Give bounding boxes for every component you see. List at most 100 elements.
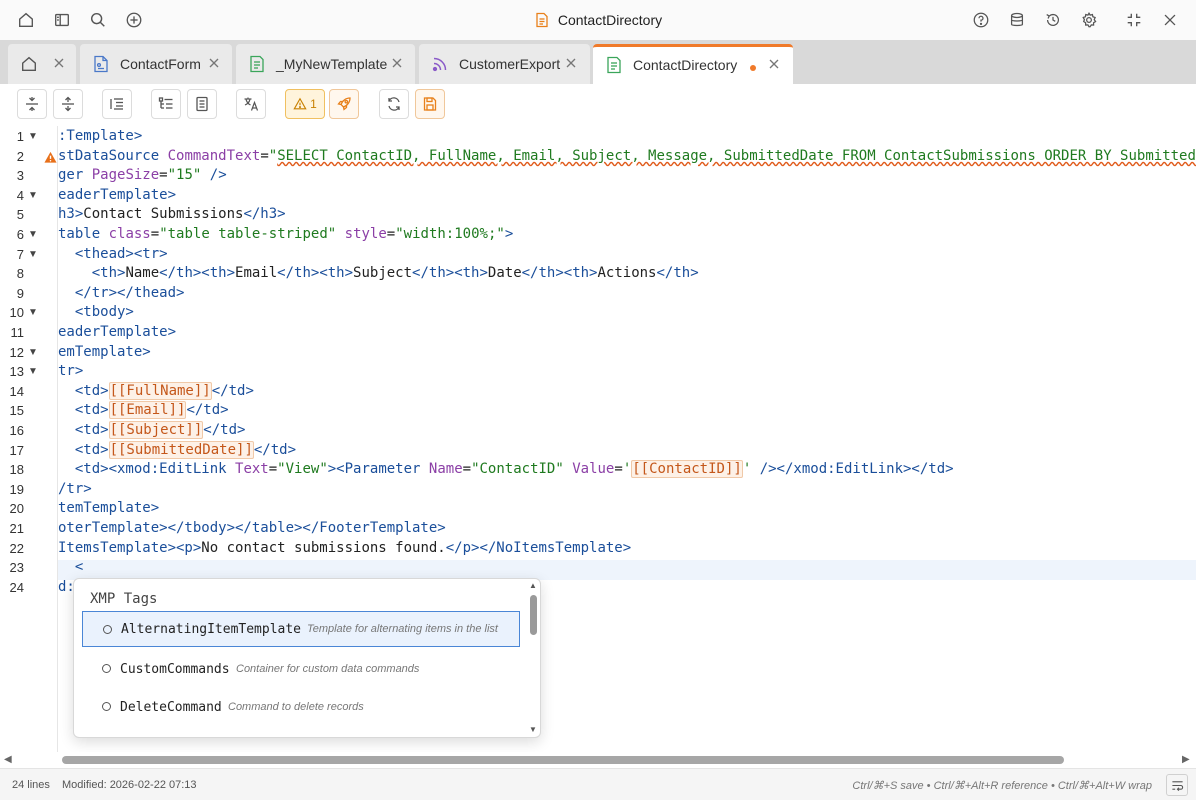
translate-button[interactable] <box>236 89 266 119</box>
reference-button[interactable] <box>187 89 217 119</box>
tab-home[interactable] <box>8 44 76 84</box>
autocomplete-scrollbar[interactable] <box>530 595 537 635</box>
code-line: table class="table table-striped" style=… <box>58 226 514 242</box>
warning-icon[interactable] <box>44 151 57 164</box>
scroll-down-icon[interactable]: ▼ <box>529 725 537 734</box>
fold-toggle-icon[interactable]: ▼ <box>28 190 38 201</box>
code-line: oterTemplate></tbody></table></FooterTem… <box>58 520 446 536</box>
close-icon[interactable] <box>390 56 404 70</box>
code-line: </tr></thead> <box>74 285 185 301</box>
line-number: 6 <box>16 227 24 242</box>
modified-timestamp: Modified: 2026-02-22 07:13 <box>62 779 197 791</box>
outline-button[interactable] <box>151 89 181 119</box>
code-line: tr> <box>58 363 84 379</box>
close-window-icon[interactable] <box>1158 8 1182 32</box>
deploy-button[interactable] <box>329 89 359 119</box>
code-line: <td>[[SubmittedDate]]</td> <box>74 441 297 459</box>
status-bar: 24 lines Modified: 2026-02-22 07:13 Ctrl… <box>0 768 1196 800</box>
scroll-up-icon[interactable]: ▲ <box>529 581 537 590</box>
fold-toggle-icon[interactable]: ▼ <box>28 347 38 358</box>
autocomplete-item[interactable]: AlternatingItemTemplate Template for alt… <box>82 611 520 647</box>
warning-count: 1 <box>310 97 317 111</box>
unsaved-indicator <box>750 65 756 71</box>
code-line: ItemsTemplate><p>No contact submissions … <box>58 540 632 556</box>
line-number: 2 <box>16 149 24 164</box>
tab-customer-export[interactable]: CustomerExport <box>419 44 590 84</box>
code-line: emTemplate> <box>58 344 151 360</box>
line-number: 23 <box>9 560 24 575</box>
template-icon <box>607 56 621 74</box>
fold-toggle-icon[interactable]: ▼ <box>28 307 38 318</box>
line-number: 13 <box>9 364 24 379</box>
close-icon[interactable] <box>207 56 221 70</box>
close-icon[interactable] <box>52 56 66 70</box>
line-number: 14 <box>9 384 24 399</box>
code-line: <tbody> <box>74 304 134 320</box>
tab-label: ContactDirectory <box>633 57 738 73</box>
database-icon[interactable] <box>1005 8 1029 32</box>
history-icon[interactable] <box>1041 8 1065 32</box>
fold-toggle-icon[interactable]: ▼ <box>28 249 38 260</box>
autocomplete-item-name: AlternatingItemTemplate <box>121 621 302 637</box>
wrap-icon <box>1171 780 1183 791</box>
line-number: 12 <box>9 345 24 360</box>
rocket-icon <box>337 97 351 111</box>
fold-toggle-icon[interactable]: ▼ <box>28 229 38 240</box>
line-number: 3 <box>16 168 24 183</box>
autocomplete-item[interactable]: CustomCommands Container for custom data… <box>82 651 520 687</box>
save-icon <box>423 97 437 111</box>
scroll-right-icon[interactable]: ▶ <box>1182 754 1190 765</box>
line-gutter: 1 2 3 4 5 6 7 8 9 10 11 12 13 14 15 16 1… <box>0 126 58 752</box>
tab-label: _MyNewTemplate <box>276 56 388 72</box>
window-title-text: ContactDirectory <box>557 12 663 28</box>
line-number: 22 <box>9 541 24 556</box>
editor-toolbar: 1 <box>0 84 1196 126</box>
gear-icon[interactable] <box>1077 8 1101 32</box>
save-button[interactable] <box>415 89 445 119</box>
word-wrap-button[interactable] <box>1166 774 1188 796</box>
tab-my-new-template[interactable]: _MyNewTemplate <box>236 44 415 84</box>
close-icon[interactable] <box>564 56 578 70</box>
help-icon[interactable] <box>969 8 993 32</box>
line-number: 7 <box>16 247 24 262</box>
autocomplete-popup[interactable]: XMP Tags ▲ ▼ AlternatingItemTemplate Tem… <box>73 578 541 738</box>
line-number: 4 <box>16 188 24 203</box>
tab-contact-directory[interactable]: ContactDirectory <box>593 44 793 84</box>
fold-toggle-icon[interactable]: ▼ <box>28 131 38 142</box>
tab-contact-form[interactable]: ContactForm <box>80 44 232 84</box>
shortcut-hints: Ctrl/⌘+S save • Ctrl/⌘+Alt+R reference •… <box>852 780 1152 792</box>
autocomplete-item-name: CustomCommands <box>120 661 230 677</box>
code-line: < <box>74 559 84 575</box>
line-number: 11 <box>10 325 25 340</box>
template-icon <box>250 55 264 73</box>
line-number: 1 <box>16 129 24 144</box>
line-number: 18 <box>9 462 24 477</box>
autocomplete-item-name: DeleteCommand <box>120 699 222 715</box>
warnings-button[interactable]: 1 <box>285 89 325 119</box>
refresh-button[interactable] <box>379 89 409 119</box>
fold-toggle-icon[interactable]: ▼ <box>28 366 38 377</box>
collapse-icon[interactable] <box>1122 8 1146 32</box>
code-line: <thead><tr> <box>74 246 168 262</box>
code-line: eaderTemplate> <box>58 324 177 340</box>
fold-all-button[interactable] <box>17 89 47 119</box>
code-line: h3>Contact Submissions</h3> <box>58 206 286 222</box>
unfold-all-button[interactable] <box>53 89 83 119</box>
scroll-left-icon[interactable]: ◀ <box>4 754 12 765</box>
autocomplete-item[interactable]: DeleteCommand Command to delete records <box>82 689 520 725</box>
line-number: 8 <box>16 266 24 281</box>
line-number: 5 <box>16 207 24 222</box>
form-icon <box>94 55 108 73</box>
radio-icon <box>102 702 111 711</box>
line-count: 24 lines <box>12 779 50 791</box>
autocomplete-title: XMP Tags <box>90 591 158 607</box>
horizontal-scrollbar[interactable]: ◀ ▶ <box>0 752 1196 768</box>
code-line: stDataSource CommandText="SELECT Contact… <box>58 148 1196 164</box>
horizontal-scrollbar-thumb[interactable] <box>62 756 1064 764</box>
close-icon[interactable] <box>767 57 781 71</box>
code-line: <td><xmod:EditLink Text="View"><Paramete… <box>74 460 954 478</box>
tab-label: ContactForm <box>120 56 201 72</box>
code-line: <td>[[Email]]</td> <box>74 401 229 419</box>
radio-icon <box>102 664 111 673</box>
format-button[interactable] <box>102 89 132 119</box>
